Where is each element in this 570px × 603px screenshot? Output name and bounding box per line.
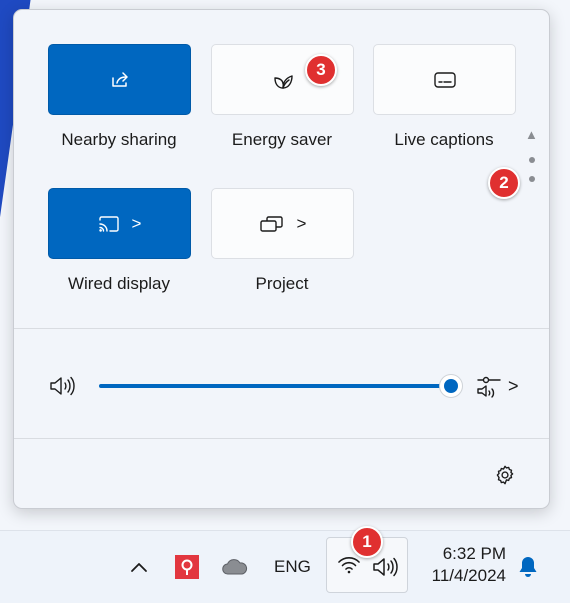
share-icon: [111, 71, 128, 87]
speaker-icon[interactable]: [48, 375, 76, 397]
tile-live-captions[interactable]: [373, 44, 516, 115]
clock-button[interactable]: 6:32 PM 11/4/2024: [414, 543, 506, 587]
captions-icon: [433, 71, 456, 88]
clock-time: 6:32 PM: [442, 544, 506, 563]
pin-icon: [181, 559, 193, 575]
volume-slider-thumb[interactable]: [439, 374, 463, 398]
tile-energy-saver-label: Energy saver: [231, 130, 333, 149]
page-indicator-dot-active[interactable]: [529, 176, 535, 182]
chevron-right-icon: >: [131, 213, 142, 233]
quick-settings-panel: Nearby sharing Energy saver Live caption…: [13, 9, 550, 509]
app-tray-icon[interactable]: [175, 555, 199, 579]
wifi-icon: [338, 557, 360, 574]
gear-icon[interactable]: [494, 464, 516, 486]
tile-project[interactable]: >: [211, 188, 354, 259]
chevron-right-icon: >: [296, 213, 307, 233]
annotation-badge-2: 2: [488, 167, 520, 199]
page-indicator-dot[interactable]: [529, 157, 535, 163]
clock-date: 11/4/2024: [431, 566, 506, 585]
tile-nearby-sharing[interactable]: [48, 44, 191, 115]
tile-live-captions-label: Live captions: [394, 130, 494, 149]
input-language-indicator[interactable]: ENG: [274, 557, 311, 577]
leaf-icon: [273, 74, 293, 89]
tile-project-label: Project: [255, 274, 309, 293]
tile-nearby-sharing-label: Nearby sharing: [61, 130, 177, 149]
notification-bell-icon[interactable]: [517, 555, 539, 579]
volume-mixer-icon[interactable]: [476, 374, 502, 400]
volume-tray-icon: [373, 557, 398, 577]
divider: [14, 328, 549, 329]
show-hidden-icons-button[interactable]: [128, 556, 150, 578]
volume-mixer-chevron[interactable]: >: [508, 376, 519, 397]
cast-icon: [98, 215, 119, 232]
tile-wired-display[interactable]: >: [48, 188, 191, 259]
annotation-badge-1: 1: [351, 526, 383, 558]
page-up-button[interactable]: ▲: [525, 127, 538, 142]
volume-slider-track[interactable]: [99, 384, 451, 388]
divider: [14, 438, 549, 439]
project-icon: [259, 215, 283, 232]
chevron-up-icon: [131, 563, 147, 572]
annotation-badge-3: 3: [305, 54, 337, 86]
onedrive-cloud-icon[interactable]: [221, 557, 249, 577]
tile-wired-display-label: Wired display: [67, 274, 171, 293]
